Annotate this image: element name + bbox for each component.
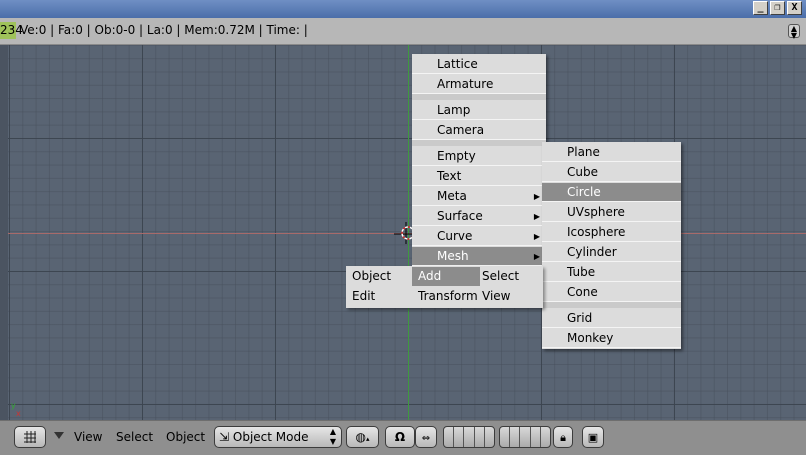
menu-item-label: Lamp	[437, 103, 471, 117]
view-axes-indicator: y x	[11, 402, 21, 418]
magnet-icon: Ω	[394, 430, 406, 444]
lock-layers-button[interactable]: 🔒︎	[553, 426, 573, 448]
toolbox-menu: Object Add Select Edit Transform View	[346, 266, 543, 308]
window-type-button[interactable]	[14, 426, 46, 448]
menu-item-label: Grid	[567, 311, 593, 325]
render-preview-button[interactable]: ▣	[582, 426, 604, 448]
menu-item-label: Text	[437, 169, 462, 183]
version-badge: 234	[0, 22, 23, 39]
menu-item-label: Circle	[567, 185, 601, 199]
solid-sphere-icon: ◍	[355, 430, 366, 444]
menu-item-label: Cylinder	[567, 245, 617, 259]
menu-item-label: Monkey	[567, 331, 614, 345]
menu-item-label: Empty	[437, 149, 476, 163]
3d-viewport[interactable]: y x	[8, 45, 806, 420]
menu-item-label: Armature	[437, 77, 494, 91]
restore-button[interactable]: ❐	[770, 1, 785, 15]
menu-item-curve[interactable]: Curve ▶	[412, 227, 546, 246]
viewport-edge	[0, 45, 8, 420]
menu-item-surface[interactable]: Surface ▶	[412, 207, 546, 226]
menu-separator	[542, 302, 681, 308]
menu-item-lamp[interactable]: Lamp	[412, 101, 546, 120]
3d-view-header: View Select Object ⇲ Object Mode ▲ ▼ ◍▴ Ω…	[0, 420, 806, 455]
menu-item-cone[interactable]: Cone	[542, 283, 681, 302]
layer-buttons-left[interactable]	[443, 426, 495, 448]
menu-item-armature[interactable]: Armature	[412, 75, 546, 94]
snap-toggle[interactable]: ⇔	[415, 426, 437, 448]
menu-item-label: Camera	[437, 123, 485, 137]
menu-item-icosphere[interactable]: Icosphere	[542, 223, 681, 242]
window-controls: _ ❐ X	[753, 1, 802, 15]
menu-item-label: Tube	[567, 265, 596, 279]
add-submenu: Lattice Armature Lamp Camera Empty Text …	[412, 54, 546, 266]
menu-item-label: Plane	[567, 145, 600, 159]
header-scroll-icon[interactable]: ▲ ▼	[788, 24, 800, 40]
menu-item-cylinder[interactable]: Cylinder	[542, 243, 681, 262]
menu-item-uvsphere[interactable]: UVsphere	[542, 203, 681, 222]
menu-item-label: Icosphere	[567, 225, 626, 239]
mesh-submenu: Plane Cube Circle UVsphere Icosphere Cyl…	[542, 142, 681, 349]
info-header: 234 Ve:0 | Fa:0 | Ob:0-0 | La:0 | Mem:0.…	[0, 18, 806, 45]
pivot-selector[interactable]: Ω	[385, 426, 415, 448]
toolbox-add[interactable]: Add	[412, 267, 480, 286]
axis-x-label: x	[16, 409, 21, 418]
menu-item-label: UVsphere	[567, 205, 625, 219]
menu-item-cube[interactable]: Cube	[542, 163, 681, 182]
menu-separator	[412, 140, 546, 146]
window-title-bar: _ ❐ X	[0, 0, 806, 18]
mode-selector[interactable]: ⇲ Object Mode ▲ ▼	[214, 426, 342, 448]
menu-item-label: Meta	[437, 189, 467, 203]
menu-item-grid[interactable]: Grid	[542, 309, 681, 328]
scene-stats: Ve:0 | Fa:0 | Ob:0-0 | La:0 | Mem:0.72M …	[20, 23, 308, 37]
toolbox-edit[interactable]: Edit	[346, 287, 412, 306]
toolbox-view[interactable]: View	[476, 287, 542, 306]
menu-item-empty[interactable]: Empty	[412, 147, 546, 166]
transform-icon: ⇔	[421, 433, 431, 444]
menu-item-label: Curve	[437, 229, 473, 243]
menu-item-lattice[interactable]: Lattice	[412, 55, 546, 74]
menu-item-plane[interactable]: Plane	[542, 143, 681, 162]
submenu-arrow-icon: ▶	[533, 212, 540, 221]
menu-item-monkey[interactable]: Monkey	[542, 329, 681, 348]
menu-item-label: Cube	[567, 165, 598, 179]
menu-separator	[412, 94, 546, 100]
toolbox-select[interactable]: Select	[476, 267, 542, 286]
menu-item-tube[interactable]: Tube	[542, 263, 681, 282]
submenu-arrow-icon: ▶	[533, 192, 540, 201]
menu-item-mesh[interactable]: Mesh ▶	[412, 247, 546, 266]
toolbox-transform[interactable]: Transform	[412, 287, 480, 306]
dropdown-arrows-icon: ▴	[365, 435, 370, 443]
collapse-menus-icon[interactable]	[54, 432, 64, 439]
dropdown-arrows-icon: ▲ ▼	[329, 427, 336, 446]
minimize-button[interactable]: _	[753, 1, 768, 15]
menu-item-circle[interactable]: Circle	[542, 183, 681, 202]
menu-item-meta[interactable]: Meta ▶	[412, 187, 546, 206]
mode-label: Object Mode	[232, 430, 309, 444]
menu-item-camera[interactable]: Camera	[412, 121, 546, 140]
object-mode-icon: ⇲	[219, 430, 230, 444]
menu-item-label: Surface	[437, 209, 483, 223]
submenu-arrow-icon: ▶	[533, 232, 540, 241]
menu-item-label: Mesh	[437, 249, 469, 263]
menu-object[interactable]: Object	[166, 426, 205, 448]
draw-type-selector[interactable]: ◍▴	[346, 426, 379, 448]
menu-item-label: Cone	[567, 285, 598, 299]
menu-view[interactable]: View	[74, 426, 102, 448]
layer-buttons-right[interactable]	[499, 426, 551, 448]
lock-icon: 🔒︎	[560, 431, 566, 444]
toolbox-object[interactable]: Object	[346, 267, 412, 286]
submenu-arrow-icon: ▶	[533, 252, 540, 261]
image-icon: ▣	[587, 431, 599, 444]
grid-icon	[24, 431, 36, 443]
menu-select[interactable]: Select	[116, 426, 153, 448]
menu-item-text[interactable]: Text	[412, 167, 546, 186]
menu-item-label: Lattice	[437, 57, 478, 71]
close-button[interactable]: X	[787, 1, 802, 15]
